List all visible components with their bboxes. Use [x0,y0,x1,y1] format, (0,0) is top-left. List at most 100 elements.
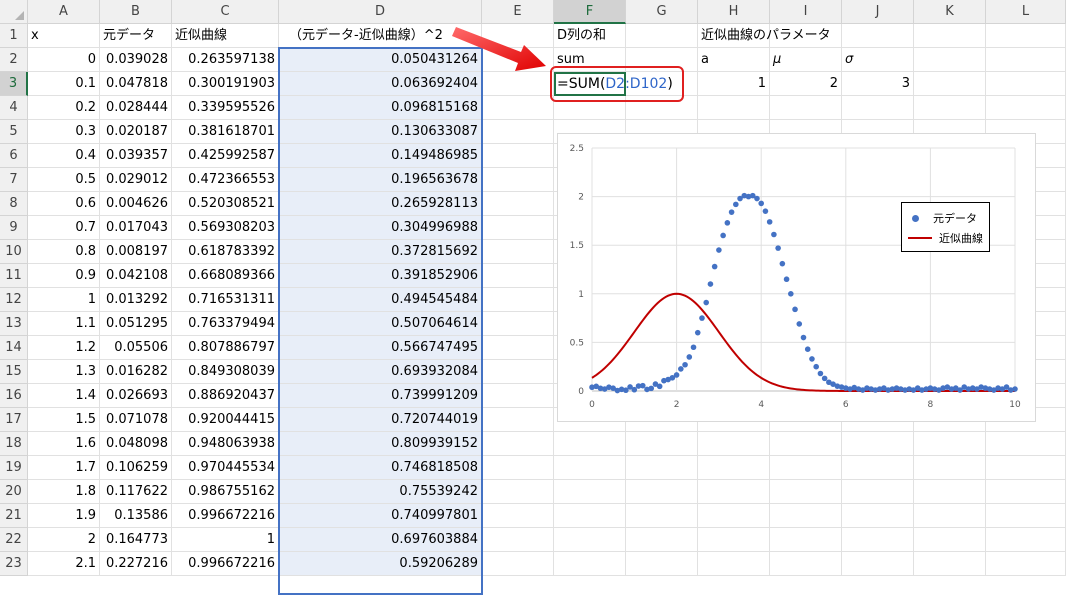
cell[interactable] [626,432,698,456]
cell[interactable]: 0.618783392 [172,240,279,264]
cell[interactable]: 0.948063938 [172,432,279,456]
cell[interactable]: 0.391852906 [279,264,482,288]
column-header[interactable]: H [698,0,770,24]
row-header[interactable]: 13 [0,312,28,336]
cell[interactable] [482,72,554,96]
cell[interactable]: 0.227216 [100,552,172,576]
cell[interactable] [626,504,698,528]
cell[interactable]: 2 [28,528,100,552]
column-header[interactable]: B [100,0,172,24]
cell[interactable] [482,288,554,312]
cell[interactable]: 0.3 [28,120,100,144]
cell[interactable]: 0.042108 [100,264,172,288]
cell[interactable] [698,504,770,528]
cell[interactable]: 0 [28,48,100,72]
cell[interactable]: 0.164773 [100,528,172,552]
cell[interactable] [482,96,554,120]
cell[interactable]: 0.1 [28,72,100,96]
cell[interactable]: 0.739991209 [279,384,482,408]
cell[interactable] [914,72,986,96]
cell[interactable] [698,552,770,576]
cell[interactable] [914,432,986,456]
cell[interactable] [626,24,698,48]
cell[interactable] [482,432,554,456]
cell[interactable] [626,48,698,72]
cell[interactable]: 0.569308203 [172,216,279,240]
row-header[interactable]: 4 [0,96,28,120]
cell[interactable]: 元データ [100,24,172,48]
cell[interactable] [770,24,842,48]
cell[interactable]: 0.2 [28,96,100,120]
cell[interactable]: 0.970445534 [172,456,279,480]
cell[interactable] [482,24,554,48]
cell[interactable]: 0.996672216 [172,504,279,528]
cell[interactable]: 0.047818 [100,72,172,96]
row-header[interactable]: 10 [0,240,28,264]
cell[interactable] [770,504,842,528]
cell[interactable] [914,480,986,504]
cell[interactable]: 0.720744019 [279,408,482,432]
row-header[interactable]: 21 [0,504,28,528]
cell[interactable] [986,480,1066,504]
cell[interactable] [842,96,914,120]
cell[interactable]: 0.566747495 [279,336,482,360]
cell[interactable]: 1 [28,288,100,312]
row-header[interactable]: 20 [0,480,28,504]
cell[interactable]: 0.149486985 [279,144,482,168]
cell[interactable] [482,552,554,576]
row-header[interactable]: 17 [0,408,28,432]
cell[interactable] [482,336,554,360]
cell[interactable]: 近似曲線 [172,24,279,48]
cell[interactable] [914,456,986,480]
cell[interactable] [482,528,554,552]
cell[interactable] [482,456,554,480]
formula-sum[interactable]: =SUM(D2:D102) [557,73,673,95]
row-header[interactable]: 1 [0,24,28,48]
cell[interactable] [482,480,554,504]
cell[interactable] [914,504,986,528]
cell[interactable] [986,72,1066,96]
cell[interactable]: 0.028444 [100,96,172,120]
cell[interactable] [482,360,554,384]
cell[interactable]: 0.381618701 [172,120,279,144]
cell[interactable]: 0.75539242 [279,480,482,504]
row-header[interactable]: 15 [0,360,28,384]
cell[interactable]: 0.986755162 [172,480,279,504]
cell[interactable] [986,528,1066,552]
cell[interactable] [986,432,1066,456]
cell[interactable]: x [28,24,100,48]
cell[interactable]: 0.746818508 [279,456,482,480]
chart-legend[interactable]: 元データ 近似曲線 [901,202,990,252]
cell[interactable]: 0.849308039 [172,360,279,384]
cell[interactable] [554,96,626,120]
column-header[interactable]: J [842,0,914,24]
cell[interactable]: 1 [172,528,279,552]
cell[interactable]: 0.763379494 [172,312,279,336]
cell[interactable] [482,240,554,264]
cell[interactable]: 0.004626 [100,192,172,216]
cell[interactable] [842,552,914,576]
cell[interactable] [482,168,554,192]
row-header[interactable]: 22 [0,528,28,552]
cell[interactable] [914,528,986,552]
cell[interactable]: 0.59206289 [279,552,482,576]
column-header[interactable]: A [28,0,100,24]
cell[interactable]: 0.6 [28,192,100,216]
cell[interactable] [986,504,1066,528]
cell[interactable]: 0.740997801 [279,504,482,528]
cell[interactable] [626,456,698,480]
cell[interactable]: 0.039028 [100,48,172,72]
cell[interactable]: 0.051295 [100,312,172,336]
cell[interactable]: 1 [698,72,770,96]
column-header[interactable]: L [986,0,1066,24]
cell[interactable] [554,552,626,576]
row-header[interactable]: 2 [0,48,28,72]
cell[interactable] [914,48,986,72]
row-header[interactable]: 12 [0,288,28,312]
cell[interactable]: μ [770,48,842,72]
scatter-chart[interactable]: 0 0.5 1 1.5 2 2.5 0 2 4 6 8 10 元データ 近似曲線 [557,133,1036,422]
cell[interactable]: 0.507064614 [279,312,482,336]
cell[interactable] [482,312,554,336]
row-header[interactable]: 11 [0,264,28,288]
cell[interactable]: 0.7 [28,216,100,240]
